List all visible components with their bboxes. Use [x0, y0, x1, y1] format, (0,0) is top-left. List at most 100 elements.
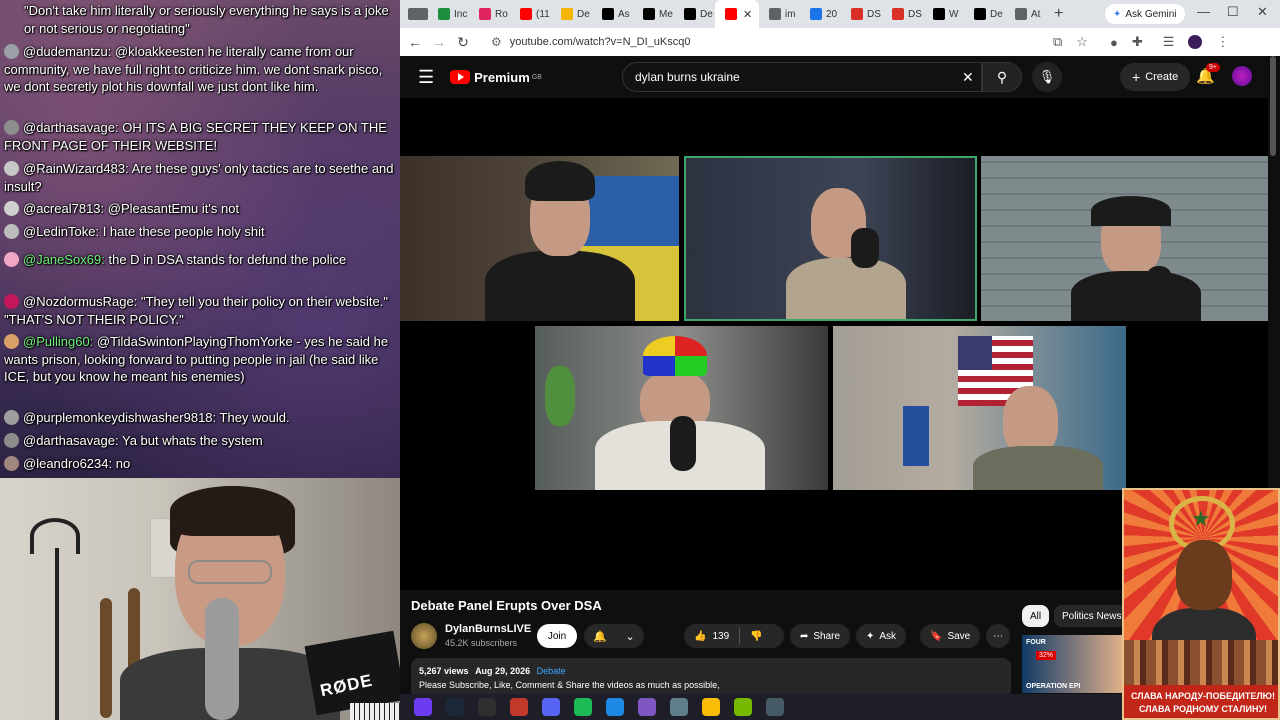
- glasses: [188, 560, 272, 584]
- keyboard-keys: [350, 703, 400, 720]
- bookmark-star-icon[interactable]: ☆: [1076, 34, 1088, 50]
- reload-icon[interactable]: ↻: [451, 34, 475, 51]
- install-icon[interactable]: ⧉: [1053, 34, 1062, 50]
- tab-favicon-icon: [810, 8, 822, 20]
- close-window-icon[interactable]: ✕: [1257, 4, 1268, 20]
- chat-message: @LedinToke: I hate these people holy shi…: [4, 223, 396, 241]
- chip-all[interactable]: All: [1022, 605, 1050, 627]
- sparkle-icon: ✦: [866, 630, 875, 642]
- settings-app-icon[interactable]: [670, 698, 688, 716]
- browser-tab[interactable]: Inc: [428, 0, 469, 28]
- browser-tab[interactable]: De: [551, 0, 592, 28]
- region-code: GB: [531, 73, 542, 81]
- browser-tab[interactable]: DS: [841, 0, 882, 28]
- chevron-down-icon: ⌄: [625, 630, 635, 643]
- close-tab-icon[interactable]: ✕: [743, 8, 752, 21]
- tab-favicon-icon: [602, 8, 614, 20]
- microphone: [851, 228, 879, 268]
- browser-tab[interactable]: De: [964, 0, 1005, 28]
- forward-icon[interactable]: →: [427, 34, 451, 50]
- chat-avatar: [4, 120, 19, 135]
- recommended-video-thumbnail[interactable]: FOUR 32% OPERATION EPI: [1022, 635, 1122, 693]
- share-button[interactable]: ➦ Share: [790, 624, 851, 648]
- description-box[interactable]: [411, 658, 1011, 698]
- purple-app-icon[interactable]: [638, 698, 656, 716]
- address-bar[interactable]: ⚙ youtube.com/watch?v=N_DI_uKscq0: [483, 31, 1083, 53]
- browser-tab[interactable]: Me: [633, 0, 674, 28]
- profile-avatar[interactable]: [1188, 35, 1203, 49]
- steam-icon[interactable]: [446, 698, 464, 716]
- browser-tab[interactable]: 20: [800, 0, 841, 28]
- account-avatar[interactable]: [1232, 66, 1252, 86]
- propeller-hat: [643, 336, 707, 376]
- site-info-icon[interactable]: ⚙: [491, 35, 502, 49]
- search-input[interactable]: dylan burns ukraine: [622, 62, 982, 92]
- blue-app-icon[interactable]: [606, 698, 624, 716]
- thumbs-down-icon[interactable]: 👎: [750, 631, 762, 642]
- back-icon[interactable]: ←: [403, 34, 427, 50]
- save-button[interactable]: 🔖 Save: [920, 624, 981, 648]
- new-tab-button[interactable]: +: [1054, 5, 1063, 23]
- browser-tab[interactable]: (11: [510, 0, 551, 28]
- tab-strip: Inc Ro (11 De As Me De ✕ im 20 DS DS W De At + ✦ Ask Ge…: [400, 0, 1280, 28]
- panel-participant-5: [833, 326, 1126, 490]
- video-title: Debate Panel Erupts Over DSA: [411, 598, 602, 613]
- microphone: [205, 598, 239, 720]
- browser-tab[interactable]: Ro: [469, 0, 510, 28]
- join-button[interactable]: Join: [537, 624, 577, 648]
- chip-politics-news[interactable]: Politics News: [1054, 605, 1130, 627]
- page-scrollbar[interactable]: [1270, 56, 1276, 156]
- voice-search-button[interactable]: 🎙: [1032, 62, 1062, 92]
- upload-date: Aug 29, 2026: [475, 666, 531, 676]
- tool-app-icon[interactable]: [766, 698, 784, 716]
- browser-tab[interactable]: im: [759, 0, 800, 28]
- thumbs-up-icon: 👍: [694, 630, 707, 642]
- extension-icon[interactable]: ●: [1110, 35, 1118, 50]
- ask-button[interactable]: ✦ Ask: [856, 624, 907, 648]
- app-red-icon[interactable]: [510, 698, 528, 716]
- maximize-icon[interactable]: ☐: [1227, 4, 1239, 20]
- youtube-premium-logo[interactable]: Premium GB: [450, 70, 542, 85]
- chrome-icon[interactable]: [702, 698, 720, 716]
- poster-figure-face: [1176, 540, 1232, 610]
- browser-tab[interactable]: W: [923, 0, 964, 28]
- more-actions-button[interactable]: ⋯: [986, 624, 1010, 648]
- tab-label: 20: [826, 8, 838, 20]
- browser-tab[interactable]: De: [674, 0, 715, 28]
- propaganda-poster-overlay: ★ СЛАВА НАРОДУ-ПОБЕДИТЕЛЮ! СЛАВА РОДНОМУ…: [1122, 488, 1280, 720]
- discord-icon[interactable]: [542, 698, 560, 716]
- chat-username: @leandro6234:: [23, 456, 113, 471]
- search-value: dylan burns ukraine: [635, 70, 740, 84]
- clear-search-icon[interactable]: ✕: [962, 69, 974, 86]
- browser-tab[interactable]: ✕: [715, 0, 759, 28]
- subscribed-notifications-button[interactable]: 🔔 ⌄: [584, 624, 644, 648]
- obs-icon[interactable]: [478, 698, 496, 716]
- chat-message-text: @PleasantEmu it's not: [107, 201, 240, 216]
- chat-avatar: [4, 410, 19, 425]
- browser-tab[interactable]: At: [1005, 0, 1046, 28]
- hashtag-link[interactable]: Debate: [537, 666, 566, 676]
- minimize-icon[interactable]: —: [1197, 4, 1210, 19]
- chat-username: @LedinToke:: [23, 224, 100, 239]
- channel-avatar[interactable]: [411, 623, 437, 649]
- arc-icon[interactable]: [414, 698, 432, 716]
- like-button[interactable]: 👍 139: [694, 631, 729, 642]
- extensions-puzzle-icon[interactable]: ✚: [1132, 34, 1143, 50]
- chat-avatar: [4, 252, 19, 267]
- tab-favicon-icon: [438, 8, 450, 20]
- tab-label: De: [700, 8, 713, 20]
- ask-gemini-button[interactable]: ✦ Ask Gemini: [1105, 4, 1185, 24]
- spotify-icon[interactable]: [574, 698, 592, 716]
- tab-search-icon[interactable]: [408, 8, 428, 20]
- nvidia-icon[interactable]: [734, 698, 752, 716]
- browser-tab[interactable]: As: [592, 0, 633, 28]
- channel-name[interactable]: DylanBurnsLIVE: [445, 623, 531, 635]
- chat-username: @acreal7813:: [23, 201, 105, 216]
- tab-label: Inc: [454, 8, 468, 20]
- search-button[interactable]: ⚲: [982, 62, 1022, 92]
- hamburger-menu-icon[interactable]: ☰: [418, 67, 434, 88]
- browser-tab[interactable]: DS: [882, 0, 923, 28]
- chrome-menu-icon[interactable]: ⋮: [1216, 34, 1229, 50]
- reading-list-icon[interactable]: ☰: [1163, 34, 1175, 50]
- create-button[interactable]: + Create: [1120, 63, 1191, 91]
